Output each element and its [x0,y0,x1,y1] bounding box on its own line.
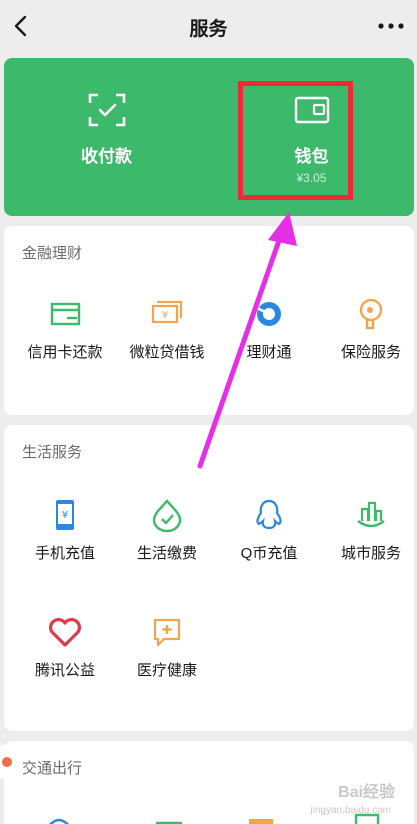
service-medical[interactable]: 医疗健康 [116,614,218,706]
utility-bill-icon [152,499,182,533]
finance-section: 金融理财 信用卡还款 ¥ 微粒贷借钱 理财通 保险服务 [4,226,414,415]
service-qcoin[interactable]: Q币充值 [218,497,320,589]
charity-icon [49,618,81,647]
service-insurance[interactable]: 保险服务 [320,296,417,388]
scan-pay-icon [88,93,125,127]
pay-receive-label: 收付款 [81,147,132,166]
svg-text:¥: ¥ [162,310,168,321]
section-title: 生活服务 [22,444,83,461]
service-wealth[interactable]: 理财通 [218,296,320,388]
city-service-icon [357,501,385,528]
floating-tab[interactable] [0,745,16,779]
insurance-icon [359,298,383,330]
service-phone-topup[interactable]: ¥ 手机充值 [14,497,116,589]
service-charity[interactable]: 腾讯公益 [14,614,116,706]
top-bar: 服务 [0,0,417,54]
medical-icon [153,618,181,647]
phone-topup-icon: ¥ [56,500,74,530]
wealth-icon [256,302,281,326]
watermark: Bai经验 [338,784,395,801]
service-utility[interactable]: 生活缴费 [116,497,218,589]
life-section: 生活服务 ¥ 手机充值 生活缴费 Q币充值 城市服务 腾讯公益 医疗健康 [4,425,414,731]
transport-hotel-icon [249,819,273,824]
credit-card-icon [50,302,81,326]
qcoin-icon [256,499,282,530]
pay-receive-button[interactable]: 收付款 [4,58,209,216]
transport-airplane-icon [49,818,69,824]
svg-text:¥: ¥ [62,510,68,521]
transport-train-icon [156,821,182,824]
service-loan[interactable]: ¥ 微粒贷借钱 [116,296,218,388]
loan-icon: ¥ [151,300,183,324]
service-city[interactable]: 城市服务 [320,497,417,589]
section-title: 交通出行 [22,760,83,777]
more-dots-icon[interactable] [373,14,409,38]
watermark-sub: jingyan.baidu.com [310,805,391,816]
highlight-box [238,81,353,200]
section-title: 金融理财 [22,245,83,262]
page-title: 服务 [189,19,228,40]
service-credit-card[interactable]: 信用卡还款 [14,296,116,388]
